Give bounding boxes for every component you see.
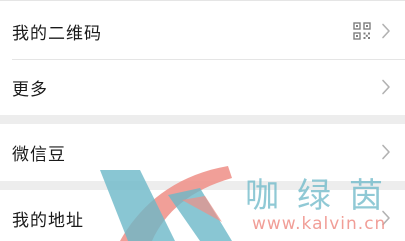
- row-label: 我的地址: [12, 210, 84, 231]
- row-more[interactable]: 更多: [0, 59, 405, 115]
- row-my-qr-code[interactable]: 我的二维码: [0, 3, 405, 59]
- top-divider: [0, 0, 405, 1]
- settings-group-1: 我的二维码 更多: [0, 0, 405, 115]
- row-label: 微信豆: [12, 144, 66, 165]
- chevron-right-icon: [382, 210, 390, 226]
- settings-screen: 我的二维码 更多 微信豆 我的地址 咖绿茵 www.kalvin.cn: [0, 0, 405, 241]
- chevron-right-icon: [382, 23, 390, 39]
- qr-code-icon: [353, 22, 371, 40]
- settings-group-3: 我的地址: [0, 190, 405, 241]
- settings-group-2: 微信豆: [0, 124, 405, 181]
- chevron-right-icon: [382, 79, 390, 95]
- row-my-address[interactable]: 我的地址: [0, 190, 405, 241]
- row-label: 更多: [12, 79, 48, 100]
- chevron-right-icon: [382, 144, 390, 160]
- row-label: 我的二维码: [12, 23, 102, 44]
- row-wechat-beans[interactable]: 微信豆: [0, 124, 405, 180]
